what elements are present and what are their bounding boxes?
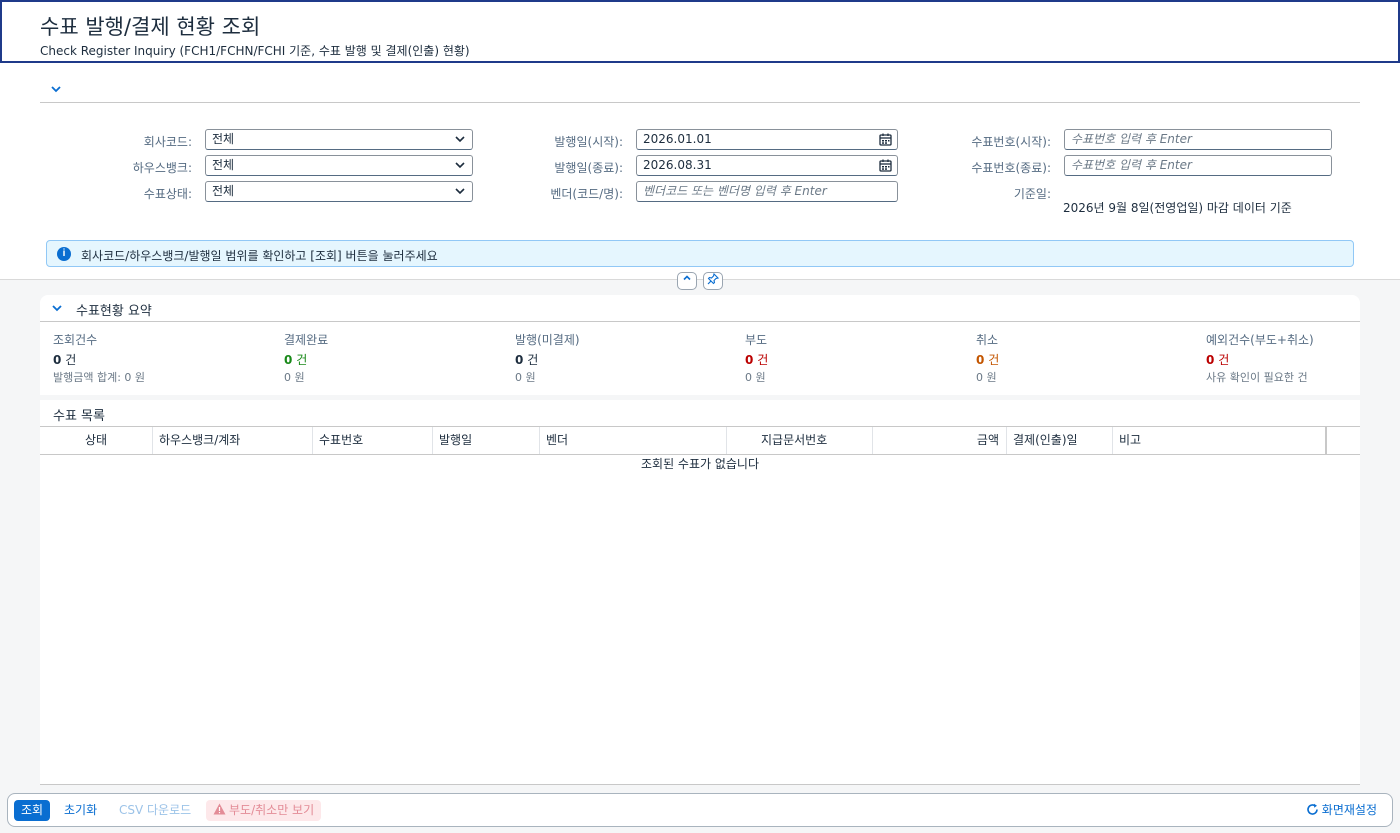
exceptions-only-button[interactable]: 부도/취소만 보기 [206,800,322,821]
summary-title: 수표현황 요약 [76,304,152,319]
check-status-select[interactable]: 전체 [205,181,473,202]
kpi-label: 발행(미결제) [515,333,580,347]
footer-toolbar: 조회 초기화 CSV 다운로드 부도/취소만 보기 화면재설정 [7,793,1393,827]
chevron-down-icon [454,182,466,207]
calendar-icon[interactable] [879,159,892,172]
kpi-sub: 0 원 [745,371,766,384]
company-code-label: 회사코드: [143,135,192,149]
kpi-label: 조회건수 [53,333,98,347]
kpi-sub: 발행금액 합계: 0 원 [53,371,146,384]
kpi-value: 0 건 [284,353,308,367]
chevron-down-icon [454,156,466,181]
ref-date-value: 2026년 9월 8일(전영업일) 마감 데이터 기준 [1063,201,1292,215]
search-button[interactable]: 조회 [14,800,51,821]
list-title: 수표 목록 [53,409,105,424]
column-header-check-no[interactable]: 수표번호 [313,427,433,454]
collapse-header-button[interactable] [677,272,697,290]
calendar-icon[interactable] [879,133,892,146]
table-header: 상태 하우스뱅크/계좌 수표번호 발행일 벤더 지급문서번호 금액 결제(인출)… [40,426,1360,455]
kpi-sub: 0 원 [515,371,536,384]
pin-icon [707,272,720,285]
issue-date-to-label: 발행일(종료): [554,161,623,175]
kpi-sub: 0 원 [976,371,997,384]
kpi-label: 결제완료 [284,333,329,347]
info-message-strip: i 회사코드/하우스뱅크/발행일 범위를 확인하고 [조회] 버튼을 눌러주세요 [46,240,1354,267]
column-header-vendor[interactable]: 벤더 [540,427,727,454]
check-no-to-label: 수표번호(종료): [971,161,1051,175]
check-no-from-input[interactable]: 수표번호 입력 후 Enter [1064,129,1332,150]
kpi-label: 부도 [745,333,768,347]
pin-header-button[interactable] [703,272,723,290]
check-list-panel: 수표 목록 상태 하우스뱅크/계좌 수표번호 발행일 벤더 지급문서번호 금액 … [40,400,1360,785]
column-header-clearing-date[interactable]: 결제(인출)일 [1007,427,1113,454]
column-header-status[interactable]: 상태 [40,427,153,454]
kpi-sub: 사유 확인이 필요한 건 [1206,371,1308,384]
check-no-from-label: 수표번호(시작): [971,135,1051,149]
column-header-issue-date[interactable]: 발행일 [433,427,540,454]
refresh-icon [1306,803,1322,817]
kpi-label: 취소 [976,333,999,347]
check-no-to-input[interactable]: 수표번호 입력 후 Enter [1064,155,1332,176]
page-header: 수표 발행/결제 현황 조회 Check Register Inquiry (F… [0,0,1400,63]
kpi-value: 0 건 [976,353,1000,367]
kpi-value: 0 건 [1206,353,1230,367]
column-header-house-bank[interactable]: 하우스뱅크/계좌 [153,427,313,454]
kpi-issued: 발행(미결제) 0 건 0 원 [515,331,735,385]
kpi-sub: 0 원 [284,371,305,384]
issue-date-to-picker[interactable]: 2026.08.31 [636,155,898,176]
column-header-amount[interactable]: 금액 [873,427,1007,454]
kpi-cancelled: 취소 0 건 0 원 [976,331,1196,385]
column-header-remarks[interactable]: 비고 [1113,427,1327,454]
chevron-up-icon [683,275,691,281]
vendor-input[interactable]: 벤더코드 또는 벤더명 입력 후 Enter [636,181,898,202]
summary-panel: 수표현황 요약 조회건수 0 건 발행금액 합계: 0 원 결제완료 0 건 0… [40,295,1360,395]
filter-bar: 회사코드: 전체 하우스뱅크: 전체 수표상태: 전체 발행일(시작): 202… [0,63,1400,280]
info-message-text: 회사코드/하우스뱅크/발행일 범위를 확인하고 [조회] 버튼을 눌러주세요 [81,249,438,263]
ref-date-label: 기준일: [1013,187,1051,201]
kpi-settled: 결제완료 0 건 0 원 [284,331,504,385]
vendor-label: 벤더(코드/명): [550,187,623,201]
kpi-total: 조회건수 0 건 발행금액 합계: 0 원 [53,331,273,385]
info-icon: i [57,247,71,261]
kpi-value: 0 건 [515,353,539,367]
page-title: 수표 발행/결제 현황 조회 [40,15,261,39]
kpi-value: 0 건 [745,353,769,367]
kpi-exceptions: 예외건수(부도+취소) 0 건 사유 확인이 필요한 건 [1206,331,1400,385]
reset-button[interactable]: 초기화 [57,800,104,821]
warning-icon [213,800,226,821]
house-bank-label: 하우스뱅크: [132,161,192,175]
summary-collapse-chevron-icon[interactable] [51,302,63,317]
column-header-payment-doc[interactable]: 지급문서번호 [727,427,873,454]
house-bank-select[interactable]: 전체 [205,155,473,176]
check-status-label: 수표상태: [143,187,192,201]
filter-collapse-chevron-icon[interactable] [50,83,64,97]
issue-date-from-label: 발행일(시작): [554,135,623,149]
kpi-label: 예외건수(부도+취소) [1206,333,1314,347]
divider [40,102,1360,103]
company-code-select[interactable]: 전체 [205,129,473,150]
csv-download-button[interactable]: CSV 다운로드 [112,800,198,821]
reset-layout-button[interactable]: 화면재설정 [1299,800,1384,821]
issue-date-from-picker[interactable]: 2026.01.01 [636,129,898,150]
empty-table-message: 조회된 수표가 없습니다 [640,457,760,471]
divider [40,321,1360,322]
kpi-bounced: 부도 0 건 0 원 [745,331,965,385]
kpi-value: 0 건 [53,353,77,367]
page-subtitle: Check Register Inquiry (FCH1/FCHN/FCHI 기… [40,44,470,58]
chevron-down-icon [454,130,466,155]
